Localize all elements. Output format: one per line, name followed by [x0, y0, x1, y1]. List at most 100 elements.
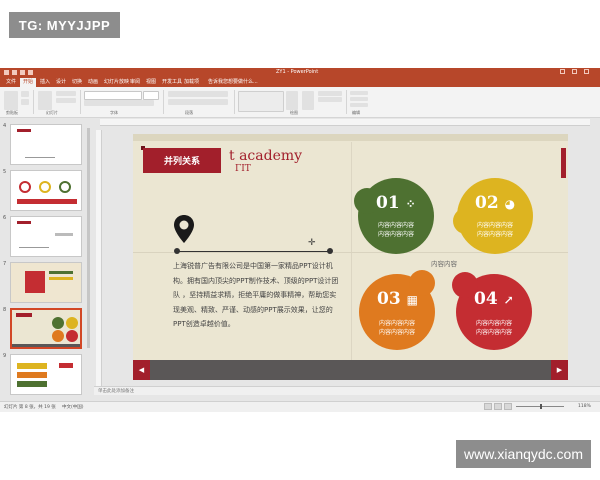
- font-format-buttons[interactable]: [84, 100, 154, 106]
- save-icon[interactable]: [4, 70, 9, 75]
- circle-number: 04 ↗: [474, 289, 514, 309]
- ribbon-separator: [163, 90, 164, 114]
- bullets-buttons[interactable]: [168, 91, 228, 97]
- watermark-top: TG: MYYJJPP: [9, 12, 120, 38]
- normal-view-button[interactable]: [484, 403, 492, 410]
- previous-arrow-icon[interactable]: ◀: [133, 360, 150, 380]
- powerpoint-window: ZY1 - PowerPoint 文件 开始 插入 设计 切换 动画 幻灯片放映…: [0, 68, 600, 412]
- replace-button[interactable]: [350, 97, 368, 101]
- thumbnail-number: 7: [3, 261, 7, 267]
- slide-counter: 幻灯片 第 8 张，共 19 张: [4, 405, 56, 410]
- mouse-cursor-icon: ✛: [308, 238, 316, 248]
- dots-icon: ⁘: [405, 197, 416, 211]
- slide-canvas[interactable]: 并列关系 t academy ΓIT ✛ 上海锐普广告有限公司是中国第一家精品P…: [133, 134, 568, 380]
- shapes-gallery[interactable]: [238, 91, 284, 112]
- tab-insert[interactable]: 插入: [40, 78, 50, 85]
- reading-view-button[interactable]: [504, 403, 512, 410]
- shape-outline-button[interactable]: [318, 97, 342, 102]
- circle-text: 内容内容内容: [378, 329, 415, 336]
- maximize-icon[interactable]: [572, 69, 577, 74]
- start-slideshow-icon[interactable]: [28, 70, 33, 75]
- thumbnail-number: 8: [3, 307, 7, 313]
- watermark-bottom: www.xianqydc.com: [456, 440, 591, 468]
- ribbon-separator: [33, 90, 34, 114]
- zoom-slider-thumb[interactable]: [540, 404, 542, 409]
- tell-me-search[interactable]: 告诉我您想要做什么...: [208, 78, 258, 85]
- thumbnail-number: 4: [3, 123, 7, 129]
- slide-thumbnail[interactable]: [10, 170, 82, 211]
- layout-button[interactable]: [56, 91, 76, 96]
- group-clipboard: 剪贴板: [6, 110, 18, 115]
- language-indicator[interactable]: 中文(中国): [62, 404, 84, 410]
- tab-file[interactable]: 文件: [6, 78, 16, 85]
- slide-top-band: [133, 134, 568, 141]
- ribbon: 剪贴板 幻灯片 字体 段落 绘图 编辑: [0, 87, 600, 118]
- slide-thumbnail[interactable]: [10, 216, 82, 257]
- close-icon[interactable]: [584, 69, 589, 74]
- tab-review[interactable]: 审阅: [130, 78, 140, 85]
- content-circle-02[interactable]: 02 ◕ 内容内容内容 内容内容内容: [453, 178, 533, 254]
- cut-button[interactable]: [21, 91, 29, 97]
- tab-animations[interactable]: 动画: [88, 78, 98, 85]
- circle-text: 内容内容内容: [475, 329, 512, 336]
- academy-heading[interactable]: t academy: [229, 148, 302, 164]
- group-font: 字体: [110, 110, 118, 115]
- tab-slideshow[interactable]: 幻灯片放映: [104, 78, 129, 85]
- slide-sorter-button[interactable]: [494, 403, 502, 410]
- next-arrow-icon[interactable]: ▶: [551, 360, 568, 380]
- circle-text: 内容内容内容: [476, 222, 513, 229]
- thumbnail-number: 9: [3, 353, 7, 359]
- center-label[interactable]: 内容内容: [431, 258, 457, 268]
- window-title: ZY1 - PowerPoint: [276, 69, 319, 75]
- zoom-level[interactable]: 118%: [578, 404, 591, 409]
- tab-view[interactable]: 视图: [146, 78, 156, 85]
- group-drawing: 绘图: [290, 110, 298, 115]
- tab-design[interactable]: 设计: [56, 78, 66, 85]
- thumbnail-number: 6: [3, 215, 7, 221]
- minimize-icon[interactable]: [560, 69, 565, 74]
- slide-thumbnail[interactable]: [10, 262, 82, 303]
- tab-developer[interactable]: 开发工具: [162, 78, 182, 85]
- slide-bottom-bar: [133, 360, 568, 380]
- tab-addins[interactable]: 加载项: [184, 78, 199, 85]
- arrange-button[interactable]: [286, 91, 298, 110]
- align-buttons[interactable]: [168, 99, 228, 105]
- undo-icon[interactable]: [12, 70, 17, 75]
- timeline-line: [175, 251, 331, 252]
- body-paragraph[interactable]: 上海锐普广告有限公司是中国第一家精品PPT设计机构。拥有国内顶尖的PPT制作技术…: [173, 259, 339, 332]
- content-circle-01[interactable]: 01 ⁘ 内容内容内容 内容内容内容: [354, 178, 434, 254]
- find-button[interactable]: [350, 91, 368, 95]
- grid-icon: ▦: [406, 293, 418, 307]
- slide-center-guide: [351, 142, 352, 368]
- design-subheading[interactable]: ΓIT: [235, 164, 251, 174]
- shape-fill-button[interactable]: [318, 91, 342, 96]
- content-circle-03[interactable]: 03 ▦ 内容内容内容 内容内容内容: [359, 270, 435, 350]
- quick-styles-button[interactable]: [302, 91, 314, 110]
- circle-text: 内容内容内容: [377, 222, 414, 229]
- circle-text: 内容内容内容: [475, 320, 512, 327]
- tab-transitions[interactable]: 切换: [72, 78, 82, 85]
- content-circle-04[interactable]: 04 ↗ 内容内容内容 内容内容内容: [452, 272, 532, 350]
- slide-title-tag[interactable]: 并列关系: [143, 148, 221, 173]
- timeline-dot: [327, 248, 333, 254]
- redo-icon[interactable]: [20, 70, 25, 75]
- notes-pane[interactable]: 单击此处添加备注: [94, 386, 600, 395]
- timeline-dot: [174, 248, 180, 254]
- slide-thumbnail-pane: 4 5 6 7 8 9: [0, 118, 94, 400]
- font-name-select[interactable]: [84, 91, 142, 100]
- reset-button[interactable]: [56, 98, 76, 103]
- slide-thumbnail[interactable]: [10, 354, 82, 395]
- tab-home[interactable]: 开始: [20, 78, 37, 87]
- vertical-ruler: [96, 130, 102, 388]
- circle-number: 03 ▦: [377, 289, 418, 309]
- paste-button[interactable]: [4, 91, 18, 110]
- thumbnail-scrollbar[interactable]: [87, 128, 90, 348]
- slide-thumbnail[interactable]: [10, 124, 82, 165]
- copy-button[interactable]: [21, 99, 29, 105]
- select-button[interactable]: [350, 103, 368, 107]
- new-slide-button[interactable]: [38, 91, 52, 110]
- ribbon-separator: [80, 90, 81, 114]
- slide-thumbnail-selected[interactable]: [10, 308, 82, 349]
- trend-arrow-icon: ↗: [503, 293, 514, 307]
- font-size-select[interactable]: [143, 91, 159, 100]
